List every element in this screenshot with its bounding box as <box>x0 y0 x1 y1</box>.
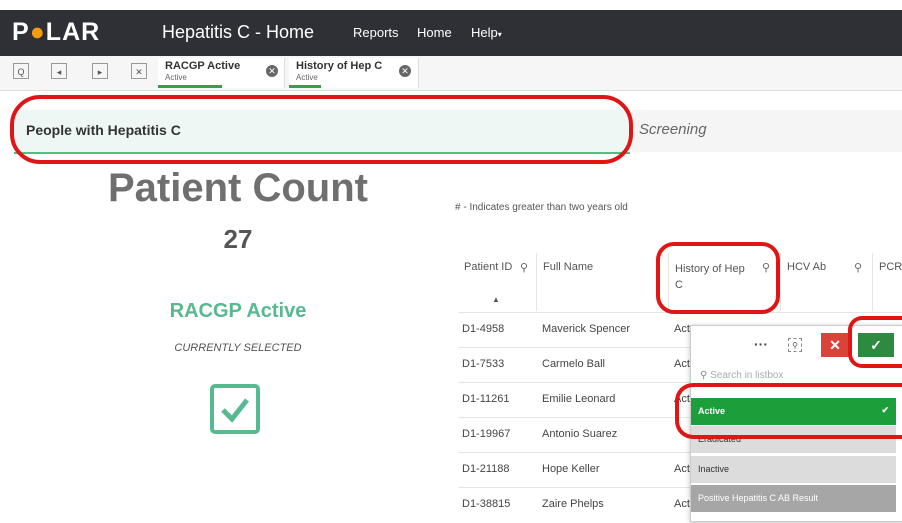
nav-help[interactable]: Help▾ <box>471 25 502 40</box>
cell-patient-id: D1-19967 <box>462 428 511 440</box>
app-title: Hepatitis C - Home <box>162 22 315 42</box>
filter-label: RACGP Active <box>169 300 307 322</box>
column-header-pcr[interactable]: PCR <box>873 253 902 311</box>
selection-tab-racgp[interactable]: RACGP Active Active ✕ <box>158 58 285 88</box>
listbox-item-label: Inactive <box>698 464 730 474</box>
nav-help-label: Help <box>471 25 498 40</box>
search-icon[interactable]: ⚲ <box>854 261 862 274</box>
step-forward-icon[interactable]: ▸ <box>92 63 108 79</box>
selection-tab-title: History of Hep C <box>296 60 383 72</box>
column-header-label: HCV Ab <box>787 261 827 273</box>
selection-tool-icon[interactable]: ⚲ <box>788 338 802 352</box>
filter-state: CURRENTLY SELECTED <box>174 342 302 354</box>
cell-patient-id: D1-38815 <box>462 498 511 510</box>
more-options-icon[interactable]: ··· <box>754 336 768 352</box>
column-header-label: Patient ID <box>464 261 513 273</box>
cell-history: Act <box>674 358 690 370</box>
checkmark-icon <box>221 398 249 423</box>
cell-full-name: Hope Keller <box>542 463 600 475</box>
selection-tab-state: Active <box>296 73 318 82</box>
nav-reports[interactable]: Reports <box>353 25 399 40</box>
listbox-item-positive-hep-c-ab[interactable]: Positive Hepatitis C AB Result <box>691 484 896 512</box>
cell-patient-id: D1-7533 <box>462 358 505 370</box>
selection-tab-history-hep-c[interactable]: History of Hep C Active ✕ <box>289 58 419 88</box>
kpi-title: Patient Count <box>108 166 368 210</box>
cell-patient-id: D1-4958 <box>462 323 505 335</box>
cell-full-name: Emilie Leonard <box>542 393 616 405</box>
listbox-item-inactive[interactable]: Inactive <box>691 455 896 483</box>
annotation-circle <box>675 383 902 439</box>
column-header-full-name[interactable]: Full Name <box>537 253 669 311</box>
table-note: # - Indicates greater than two years old <box>455 202 628 213</box>
cell-patient-id: D1-11261 <box>462 393 510 405</box>
annotation-circle <box>848 316 902 368</box>
cell-history: Act <box>674 498 690 510</box>
close-icon[interactable]: ✕ <box>266 65 278 77</box>
column-header-patient-id[interactable]: Patient ID ⚲ ▲ <box>458 253 537 311</box>
smart-search-icon[interactable]: Q <box>13 63 29 79</box>
polar-logo: P●LAR <box>12 18 101 46</box>
cell-full-name: Zaire Phelps <box>542 498 604 510</box>
clear-selections-icon[interactable]: ✕ <box>131 63 147 79</box>
search-icon: ⚲ <box>700 370 708 381</box>
cell-full-name: Antonio Suarez <box>542 428 618 440</box>
annotation-circle <box>10 95 633 164</box>
selection-state-bar <box>289 85 321 88</box>
step-back-icon[interactable]: ◂ <box>51 63 67 79</box>
column-header-label: Full Name <box>543 261 594 273</box>
cancel-selection-button[interactable]: ✕ <box>821 333 849 357</box>
column-header-label: PCR <box>879 261 902 273</box>
nav-home[interactable]: Home <box>417 25 452 40</box>
close-icon[interactable]: ✕ <box>399 65 411 77</box>
search-icon[interactable]: ⚲ <box>520 261 528 274</box>
listbox-search-placeholder: Search in listbox <box>710 370 784 381</box>
kpi-value: 27 <box>223 224 253 254</box>
cell-full-name: Carmelo Ball <box>542 358 605 370</box>
annotation-circle <box>656 242 780 314</box>
selection-state-bar <box>158 85 222 88</box>
chevron-down-icon: ▾ <box>497 30 502 39</box>
screening-title[interactable]: Screening <box>639 121 707 138</box>
cell-history: Act <box>674 323 690 335</box>
cell-full-name: Maverick Spencer <box>542 323 631 335</box>
cell-patient-id: D1-21188 <box>462 463 510 475</box>
selection-tab-state: Active <box>165 73 187 82</box>
selection-tab-title: RACGP Active <box>165 60 241 72</box>
column-header-hcv-ab[interactable]: HCV Ab ⚲ <box>781 253 873 311</box>
checkbox-icon[interactable] <box>210 384 260 434</box>
listbox-item-label: Positive Hepatitis C AB Result <box>698 493 819 503</box>
sort-ascending-icon: ▲ <box>492 295 500 304</box>
cell-history: Act <box>674 463 690 475</box>
